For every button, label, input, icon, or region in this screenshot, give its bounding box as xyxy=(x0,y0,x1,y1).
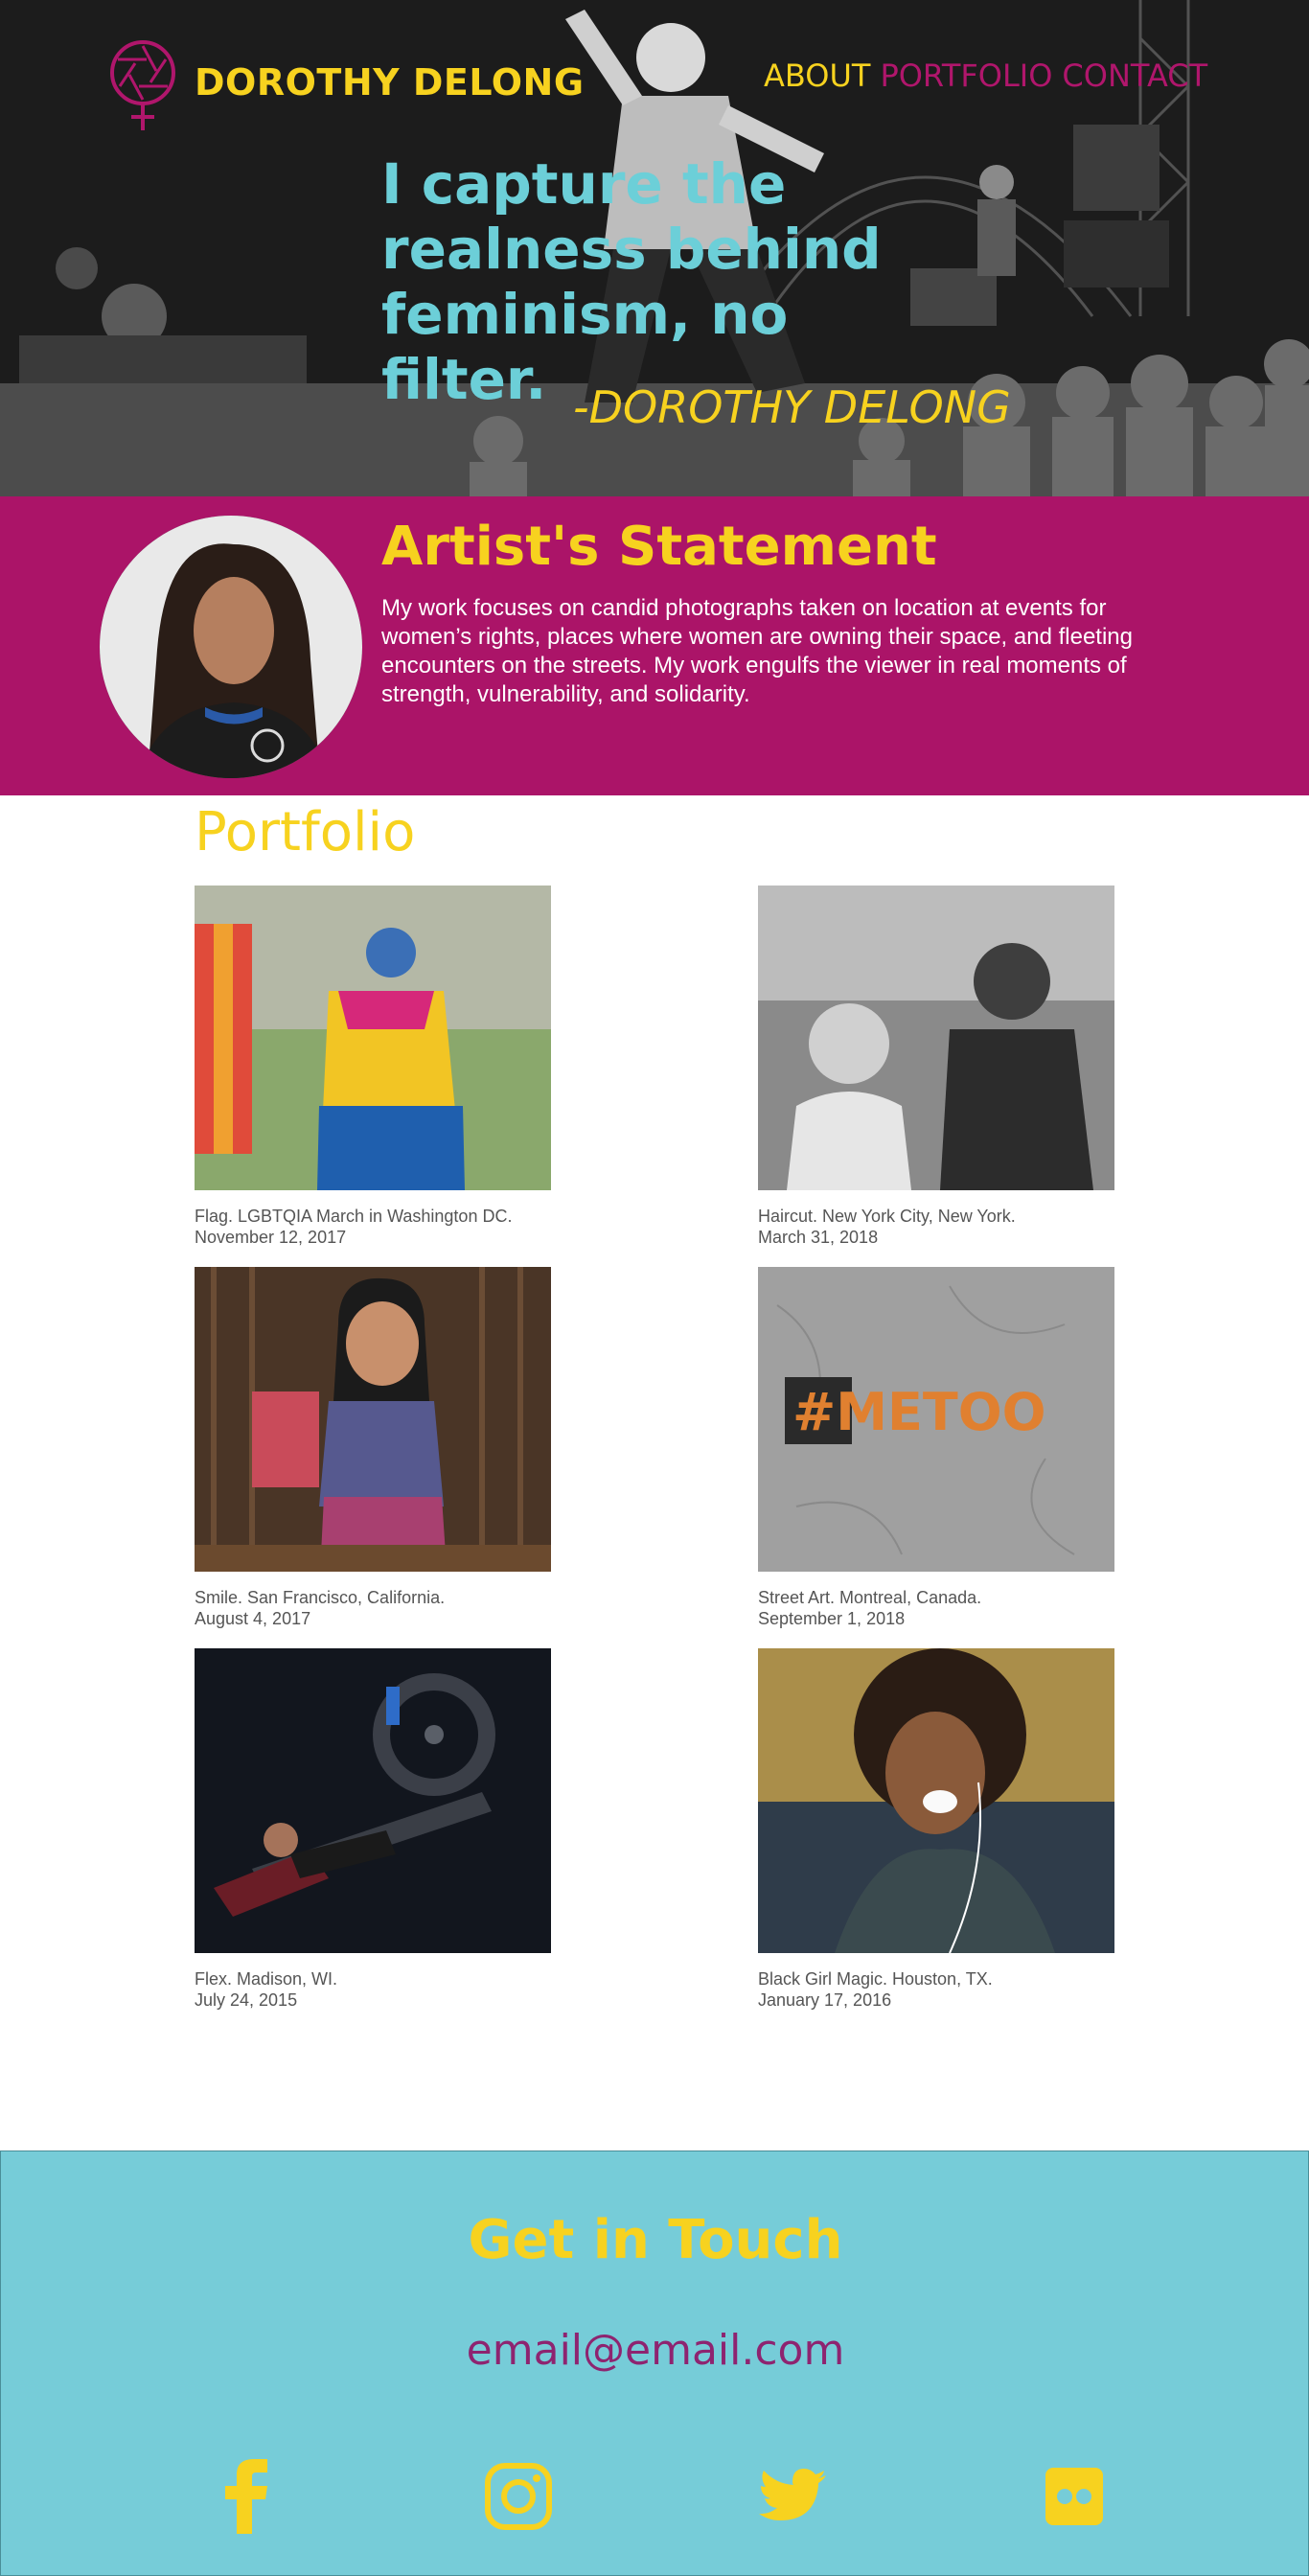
statement-title: Artist's Statement xyxy=(381,516,937,578)
street-art-text: #METOO xyxy=(792,1382,1046,1442)
hero-quote: I capture the realness behind feminism, … xyxy=(381,151,882,412)
portfolio-title: Portfolio xyxy=(195,801,416,863)
portfolio-card[interactable]: Smile. San Francisco, California. August… xyxy=(195,1267,551,1629)
portfolio-date: January 17, 2016 xyxy=(758,1990,892,2010)
portfolio-caption: Flex. Madison, WI. xyxy=(195,1969,338,1989)
venus-aperture-icon[interactable] xyxy=(108,38,177,132)
portfolio-photo-smile[interactable] xyxy=(195,1267,551,1572)
portfolio-card[interactable]: Flex. Madison, WI. July 24, 2015 xyxy=(195,1648,551,2011)
twitter-icon[interactable] xyxy=(754,2458,831,2535)
portfolio-caption: Smile. San Francisco, California. xyxy=(195,1588,446,1607)
nav-portfolio[interactable]: PORTFOLIO xyxy=(880,58,1052,94)
portfolio-caption: Black Girl Magic. Houston, TX. xyxy=(758,1969,993,1989)
facebook-icon[interactable] xyxy=(208,2458,285,2535)
portfolio-photo-black-girl-magic[interactable] xyxy=(758,1648,1114,1953)
portfolio-date: August 4, 2017 xyxy=(195,1609,311,1628)
statement-body: My work focuses on candid photographs ta… xyxy=(381,595,1133,707)
brand-name[interactable]: DOROTHY DELONG xyxy=(195,61,585,104)
artist-statement-section: Artist's Statement My work focuses on ca… xyxy=(0,496,1309,795)
contact-email-link[interactable]: email@email.com xyxy=(1,2326,1309,2375)
portfolio-card[interactable]: #METOO Street Art. Montreal, Canada. Sep… xyxy=(758,1267,1114,1629)
portfolio-caption: Haircut. New York City, New York. xyxy=(758,1207,1016,1226)
portfolio-photo-street-art[interactable]: #METOO xyxy=(758,1267,1114,1572)
artist-portrait xyxy=(100,516,362,778)
nav-about[interactable]: ABOUT xyxy=(764,58,870,94)
portfolio-card[interactable]: Haircut. New York City, New York. March … xyxy=(758,886,1114,1248)
portfolio-date: March 31, 2018 xyxy=(758,1228,879,1247)
portfolio-caption: Street Art. Montreal, Canada. xyxy=(758,1588,982,1607)
portfolio-caption: Flag. LGBTQIA March in Washington DC. xyxy=(195,1207,513,1226)
portfolio-photo-flex[interactable] xyxy=(195,1648,551,1953)
hero-section: DOROTHY DELONG ABOUT PORTFOLIO CONTACT I… xyxy=(0,0,1309,496)
contact-footer: Get in Touch email@email.com xyxy=(0,2150,1309,2576)
portfolio-card[interactable]: Black Girl Magic. Houston, TX. January 1… xyxy=(758,1648,1114,2011)
footer-title: Get in Touch xyxy=(468,2209,843,2271)
portfolio-date: July 24, 2015 xyxy=(195,1990,298,2010)
nav-contact[interactable]: CONTACT xyxy=(1062,58,1207,94)
portfolio-date: November 12, 2017 xyxy=(195,1228,347,1247)
hero-author: -DOROTHY DELONG xyxy=(573,381,1011,433)
portfolio-card[interactable]: Flag. LGBTQIA March in Washington DC. No… xyxy=(195,886,551,1248)
instagram-icon[interactable] xyxy=(480,2458,557,2535)
portfolio-photo-flag[interactable] xyxy=(195,886,551,1190)
main-nav: ABOUT PORTFOLIO CONTACT xyxy=(764,58,1207,94)
portfolio-photo-haircut[interactable] xyxy=(758,886,1114,1190)
portfolio-date: September 1, 2018 xyxy=(758,1609,906,1628)
flickr-icon[interactable] xyxy=(1036,2458,1113,2535)
